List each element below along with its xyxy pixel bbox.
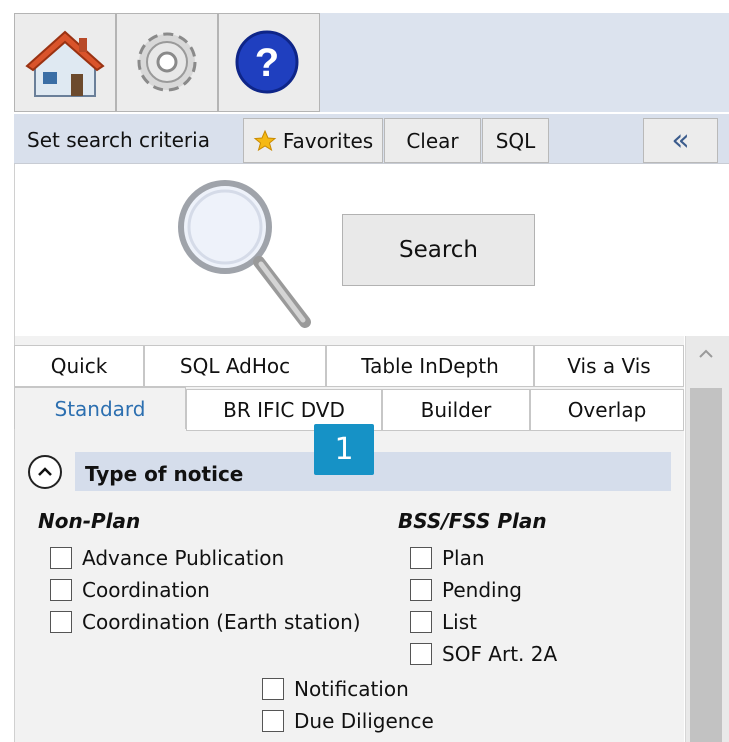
checkbox[interactable] (410, 643, 432, 665)
scroll-thumb[interactable] (690, 388, 722, 742)
checkbox-coordination[interactable]: Coordination (50, 574, 361, 606)
tab-overlap[interactable]: Overlap (530, 389, 684, 431)
checkbox[interactable] (410, 611, 432, 633)
double-chevron-left-icon: « (671, 123, 690, 158)
non-plan-list: Advance Publication Coordination Coordin… (50, 542, 361, 638)
tab-standard[interactable]: Standard (14, 387, 186, 429)
checkbox-sof-art-2a[interactable]: SOF Art. 2A (410, 638, 557, 670)
clear-label: Clear (406, 128, 459, 153)
scroll-up-arrow-icon[interactable] (692, 342, 720, 366)
tab-vis-a-vis[interactable]: Vis a Vis (534, 345, 684, 387)
tab-label: Vis a Vis (567, 354, 651, 378)
checkbox-label: Pending (442, 578, 522, 602)
checkbox-label: Advance Publication (82, 546, 285, 570)
checkbox-label: Coordination (82, 578, 210, 602)
checkbox[interactable] (262, 678, 284, 700)
search-button[interactable]: Search (342, 214, 535, 286)
checkbox-coordination-earth-station[interactable]: Coordination (Earth station) (50, 606, 361, 638)
settings-button[interactable] (116, 13, 218, 112)
checkbox-list[interactable]: List (410, 606, 557, 638)
tab-label: Overlap (567, 398, 647, 422)
checkbox[interactable] (50, 579, 72, 601)
help-button[interactable]: ? (218, 13, 320, 112)
checkbox[interactable] (50, 611, 72, 633)
checkbox[interactable] (262, 710, 284, 732)
tab-label: Builder (420, 398, 492, 422)
notice-extra-list: Notification Due Diligence (262, 673, 434, 737)
tab-label: Table InDepth (361, 354, 499, 378)
star-icon (253, 129, 277, 151)
plan-list: Plan Pending List SOF Art. 2A (410, 542, 557, 670)
checkbox-plan[interactable]: Plan (410, 542, 557, 574)
home-button[interactable] (14, 13, 116, 112)
svg-text:?: ? (255, 41, 279, 85)
favorites-button[interactable]: Favorites (243, 118, 383, 163)
callout-badge: 1 (314, 424, 374, 475)
sql-button[interactable]: SQL (482, 118, 549, 163)
clear-button[interactable]: Clear (384, 118, 481, 163)
tab-builder[interactable]: Builder (382, 389, 530, 431)
tab-label: SQL AdHoc (179, 354, 291, 378)
gear-icon (137, 32, 197, 92)
checkbox-pending[interactable]: Pending (410, 574, 557, 606)
tab-label: BR IFIC DVD (223, 398, 345, 422)
checkbox[interactable] (410, 547, 432, 569)
checkbox-label: List (442, 610, 477, 634)
checkbox-label: Plan (442, 546, 485, 570)
tab-table-indepth[interactable]: Table InDepth (326, 345, 534, 387)
tab-sql-adhoc[interactable]: SQL AdHoc (144, 345, 326, 387)
section-collapse-button[interactable] (28, 455, 62, 489)
checkbox-due-diligence[interactable]: Due Diligence (262, 705, 434, 737)
tab-label: Quick (50, 354, 108, 378)
checkbox-label: Notification (294, 677, 409, 701)
collapse-panel-button[interactable]: « (643, 118, 718, 163)
chevron-up-icon (38, 467, 52, 476)
tab-quick[interactable]: Quick (14, 345, 144, 387)
home-icon (25, 30, 105, 97)
checkbox-label: SOF Art. 2A (442, 642, 558, 666)
non-plan-title: Non-Plan (38, 509, 141, 533)
checkbox-label: Due Diligence (294, 709, 434, 733)
checkbox-advance-publication[interactable]: Advance Publication (50, 542, 361, 574)
magnifier-icon (178, 180, 311, 328)
criteria-title: Set search criteria (27, 128, 210, 152)
search-button-label: Search (398, 237, 479, 263)
checkbox-notification[interactable]: Notification (262, 673, 434, 705)
tab-label: Standard (54, 396, 146, 421)
checkbox-label: Coordination (Earth station) (82, 610, 361, 634)
sql-label: SQL (495, 128, 536, 153)
help-icon: ? (235, 30, 299, 94)
section-title: Type of notice (85, 462, 244, 486)
plan-title: BSS/FSS Plan (398, 509, 547, 533)
checkbox[interactable] (50, 547, 72, 569)
favorites-label: Favorites (282, 128, 374, 153)
checkbox[interactable] (410, 579, 432, 601)
